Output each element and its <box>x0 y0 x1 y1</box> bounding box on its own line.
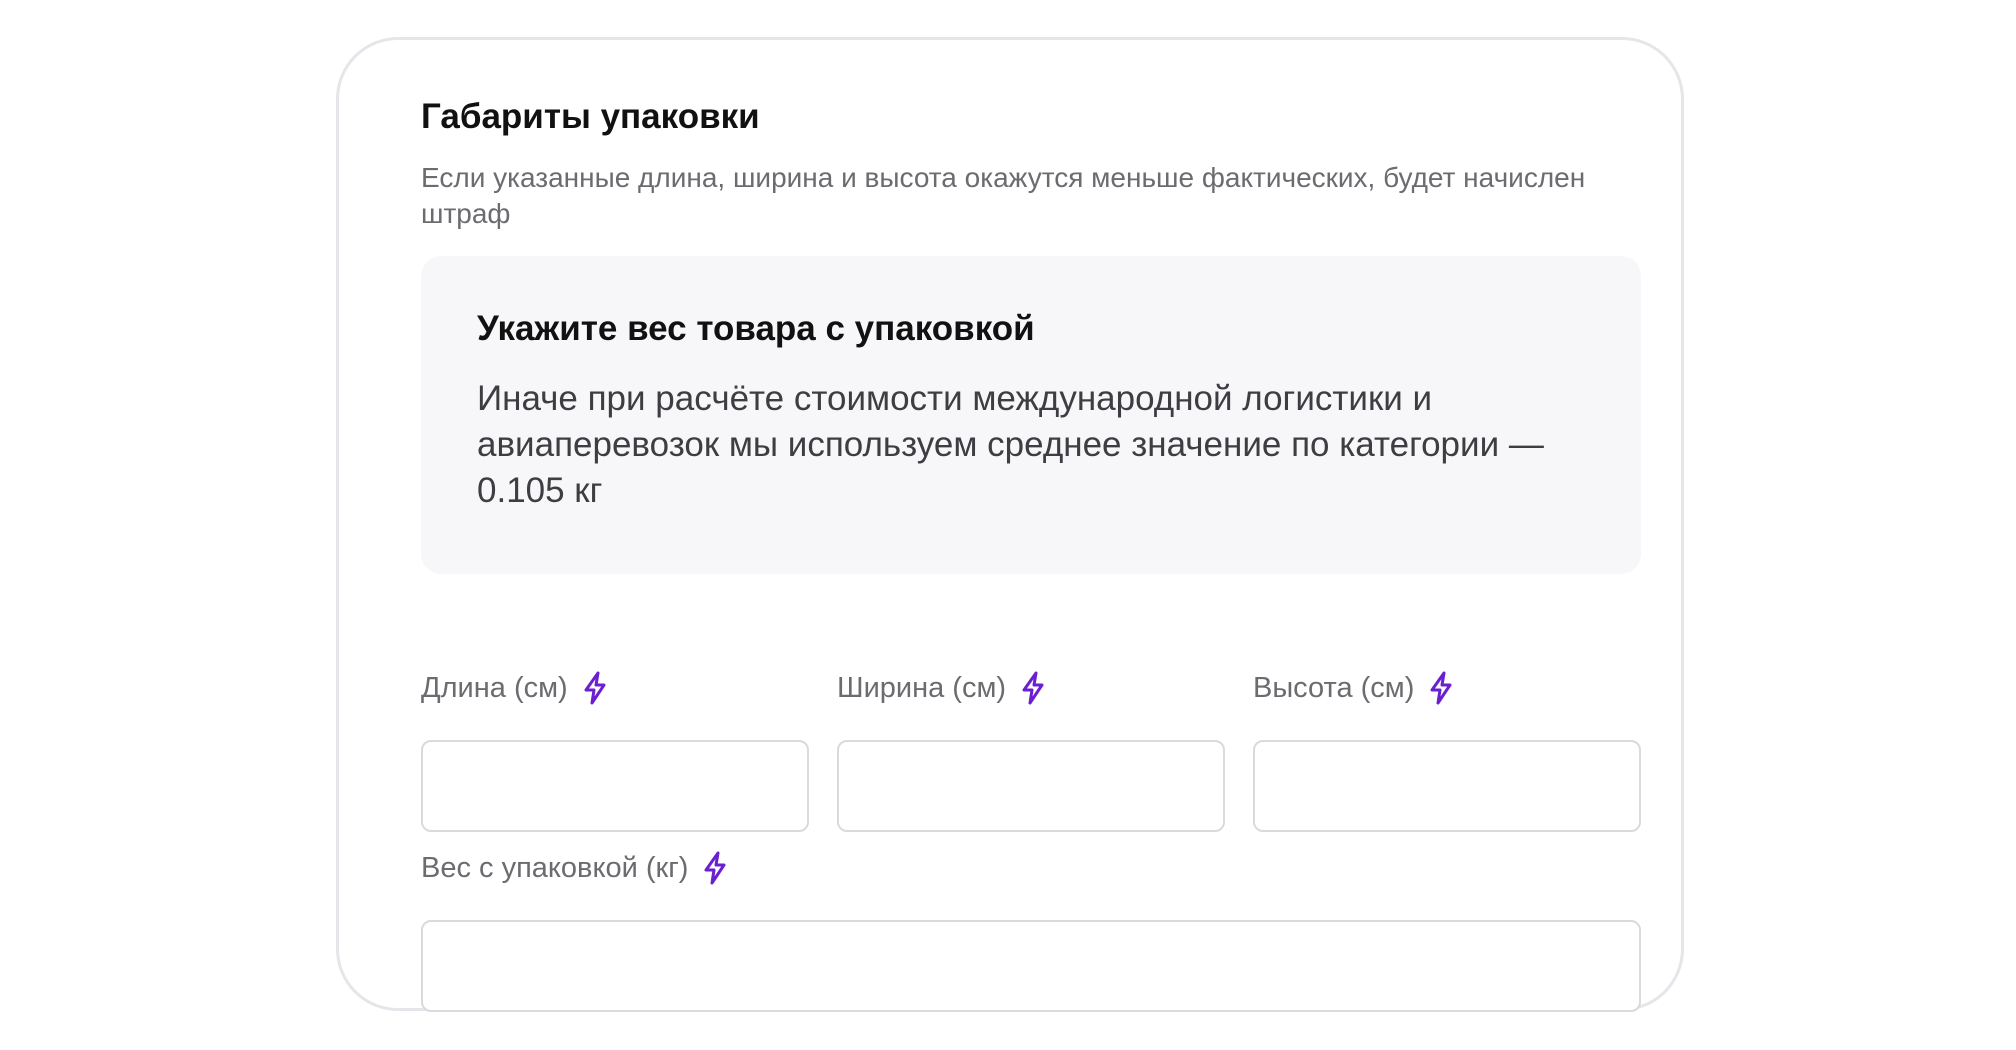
length-input[interactable] <box>421 740 809 832</box>
lightning-icon[interactable] <box>1428 671 1454 705</box>
length-label-row: Длина (см) <box>421 668 809 708</box>
lightning-icon[interactable] <box>702 851 728 885</box>
lightning-icon[interactable] <box>1020 671 1046 705</box>
width-input[interactable] <box>837 740 1225 832</box>
height-input[interactable] <box>1253 740 1641 832</box>
section-description: Если указанные длина, ширина и высота ок… <box>421 162 1586 229</box>
width-label-row: Ширина (см) <box>837 668 1225 708</box>
package-dimensions-card: Габариты упаковки Если указанные длина, … <box>336 37 1684 1012</box>
notice-title: Укажите вес товара с упаковкой <box>477 309 1035 348</box>
weight-notice: Укажите вес товара с упаковкой Иначе при… <box>421 256 1641 574</box>
length-field-group: Длина (см) <box>421 668 809 832</box>
lightning-icon[interactable] <box>582 671 608 705</box>
weight-label: Вес с упаковкой (кг) <box>421 851 689 884</box>
length-label: Длина (см) <box>421 671 568 704</box>
weight-field-group: Вес с упаковкой (кг) <box>421 848 1641 1012</box>
height-field-group: Высота (см) <box>1253 668 1641 832</box>
weight-label-row: Вес с упаковкой (кг) <box>421 848 1641 888</box>
weight-input[interactable] <box>421 920 1641 1012</box>
height-label: Высота (см) <box>1253 671 1415 704</box>
notice-text: Иначе при расчёте стоимости международно… <box>477 379 1544 510</box>
height-label-row: Высота (см) <box>1253 668 1641 708</box>
width-field-group: Ширина (см) <box>837 668 1225 832</box>
section-title: Габариты упаковки <box>421 97 760 136</box>
width-label: Ширина (см) <box>837 671 1007 704</box>
